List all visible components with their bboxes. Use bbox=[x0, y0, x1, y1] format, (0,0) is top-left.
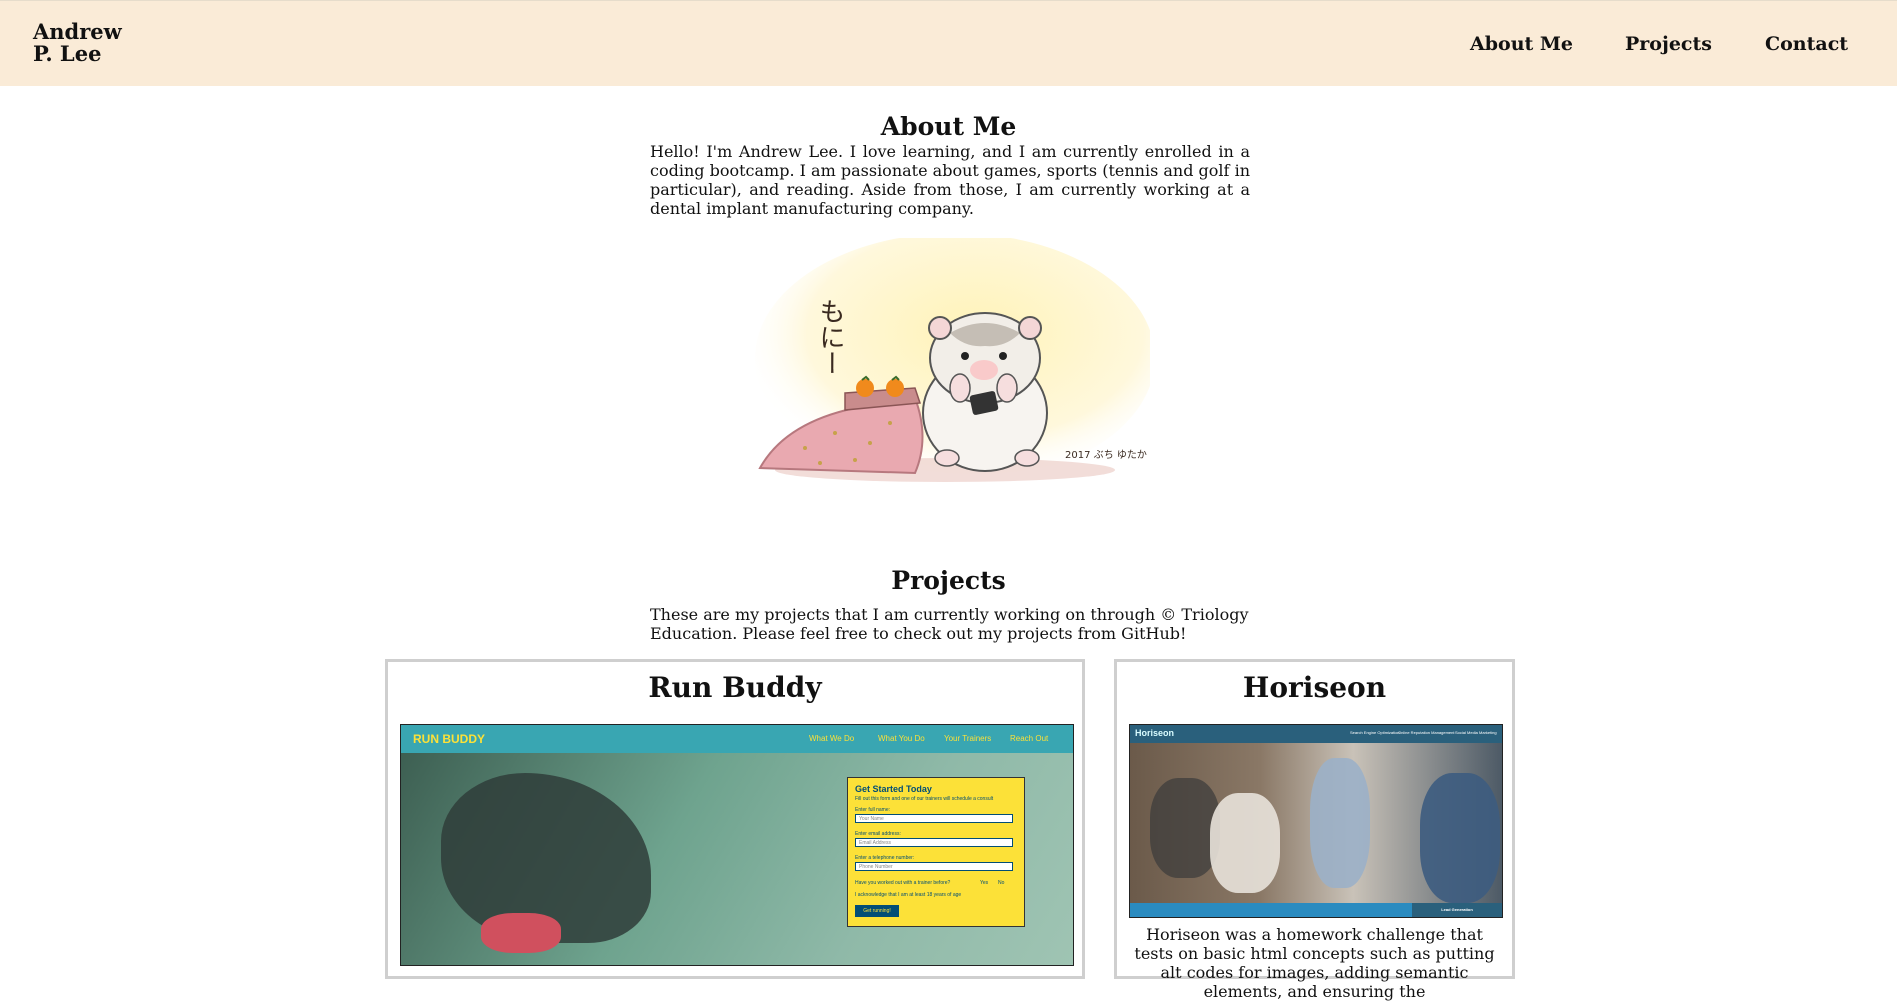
site-logo[interactable]: Andrew P. Lee bbox=[33, 21, 122, 65]
rb-question: Have you worked out with a trainer befor… bbox=[855, 880, 951, 886]
hs-footer-bar: Lead Generation bbox=[1130, 903, 1502, 917]
project-title: Run Buddy bbox=[648, 671, 822, 704]
projects-title: Projects bbox=[891, 566, 1006, 595]
rb-phone-input[interactable]: Phone Number bbox=[855, 862, 1013, 871]
rb-get-running-button[interactable]: Get running! bbox=[855, 905, 899, 917]
run-buddy-screenshot[interactable]: RUN BUDDY What We Do What You Do Your Tr… bbox=[400, 724, 1074, 966]
horiseon-screenshot[interactable]: Horiseon Search Engine Optimization Onli… bbox=[1129, 724, 1503, 918]
hs-person-shape bbox=[1210, 793, 1280, 893]
rb-yes-label: Yes bbox=[980, 880, 989, 886]
hs-nav-item: Search Engine Optimization bbox=[1350, 730, 1400, 735]
rb-nav-item: What We Do bbox=[809, 734, 855, 743]
nav-contact[interactable]: Contact bbox=[1765, 33, 1848, 55]
project-description: Horiseon was a homework challenge that t… bbox=[1134, 925, 1495, 1001]
hs-lead-generation: Lead Generation bbox=[1412, 903, 1502, 917]
rb-brand: RUN BUDDY bbox=[413, 732, 485, 746]
nav-about-me[interactable]: About Me bbox=[1470, 33, 1573, 55]
hs-hero-image bbox=[1130, 743, 1502, 903]
hs-person-shape bbox=[1310, 758, 1370, 888]
rb-ack-label: I acknowledge that I am at least 18 year… bbox=[855, 892, 962, 898]
project-card-run-buddy[interactable]: Run Buddy RUN BUDDY What We Do What You … bbox=[385, 659, 1085, 979]
rb-signup-form: Get Started Today Fill out this form and… bbox=[847, 777, 1025, 927]
rb-field-label: Enter email address: bbox=[855, 831, 901, 837]
rb-email-input[interactable]: Email Address bbox=[855, 838, 1013, 847]
rb-field-label: Enter a telephone number: bbox=[855, 855, 915, 861]
logo-line-2: P. Lee bbox=[33, 41, 102, 66]
about-title: About Me bbox=[880, 112, 1017, 141]
rb-navbar: RUN BUDDY What We Do What You Do Your Tr… bbox=[401, 725, 1073, 753]
project-card-horiseon[interactable]: Horiseon Horiseon Search Engine Optimiza… bbox=[1114, 659, 1515, 1001]
rb-field-label: Enter full name: bbox=[855, 807, 891, 813]
rb-nav-item: What You Do bbox=[878, 734, 925, 743]
logo-line-1: Andrew bbox=[33, 19, 122, 44]
hamster-illustration: もにー 2017 ぶち ゆたか bbox=[755, 238, 1150, 483]
rb-shoe-shape bbox=[481, 913, 561, 953]
hs-person-shape bbox=[1420, 773, 1500, 903]
rb-form-title: Get Started Today bbox=[855, 784, 932, 794]
rb-no-label: No bbox=[998, 880, 1005, 886]
rb-nav-item: Your Trainers bbox=[944, 734, 992, 743]
rb-form-sub: Fill out this form and one of our traine… bbox=[855, 796, 994, 802]
hs-nav-item: Social Media Marketing bbox=[1455, 730, 1497, 735]
projects-text: These are my projects that I am currentl… bbox=[650, 605, 1249, 643]
hamster-caption: もにー bbox=[815, 298, 845, 376]
hamster-signature: 2017 ぶち ゆたか bbox=[1065, 449, 1147, 461]
project-title: Horiseon bbox=[1242, 671, 1387, 704]
site-header: Andrew P. Lee About Me Projects Contact bbox=[0, 0, 1897, 86]
rb-name-input[interactable]: Your Name bbox=[855, 814, 1013, 823]
nav-projects[interactable]: Projects bbox=[1625, 33, 1712, 55]
about-text: Hello! I'm Andrew Lee. I love learning, … bbox=[650, 142, 1250, 218]
hs-brand: Horiseon bbox=[1135, 728, 1175, 738]
hs-navbar: Horiseon Search Engine Optimization Onli… bbox=[1130, 725, 1502, 743]
rb-nav-item: Reach Out bbox=[1010, 734, 1049, 743]
hs-nav-item: Online Reputation Management bbox=[1398, 730, 1455, 735]
